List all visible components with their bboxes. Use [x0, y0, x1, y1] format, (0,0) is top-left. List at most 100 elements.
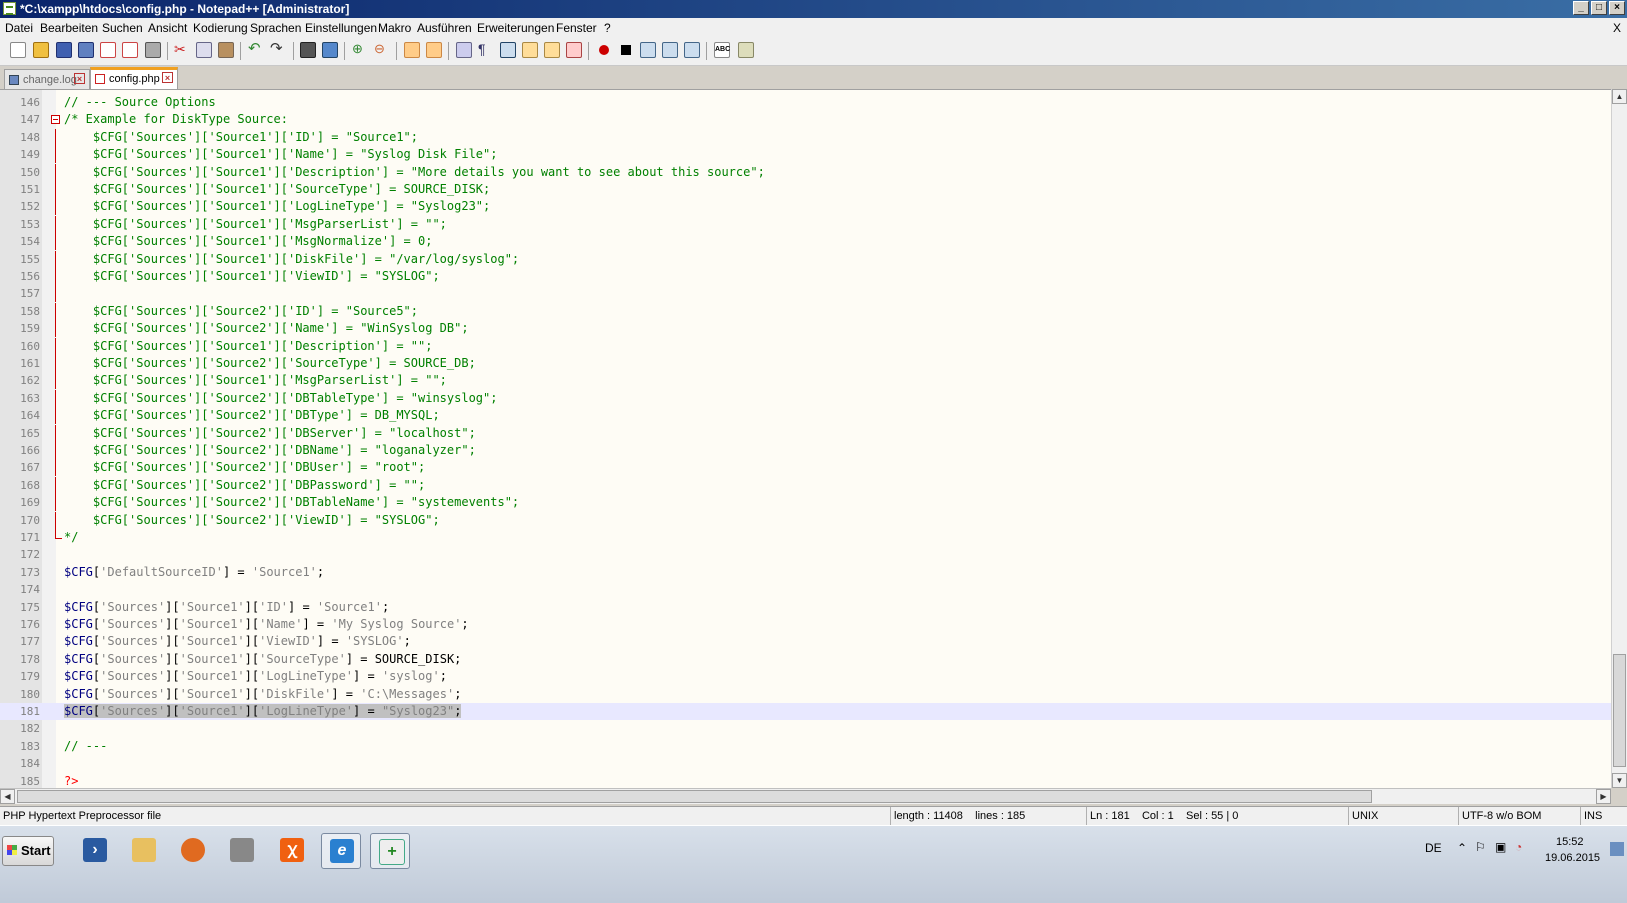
code-line[interactable]: 153 $CFG['Sources']['Source1']['MsgParse…: [0, 215, 1611, 233]
zoom-out-icon[interactable]: ⊖: [374, 42, 390, 58]
copy-icon[interactable]: [196, 42, 212, 58]
taskbar-explorer[interactable]: [124, 833, 164, 869]
code-line[interactable]: 147 /* Example for DiskType Source:: [0, 111, 1611, 128]
code-line[interactable]: 172: [0, 546, 1611, 563]
close-document-icon[interactable]: X: [1613, 21, 1621, 35]
code-line[interactable]: 166 $CFG['Sources']['Source2']['DBName']…: [0, 442, 1611, 459]
code-line[interactable]: 178 $CFG['Sources']['Source1']['SourceTyp…: [0, 651, 1611, 668]
clock-time[interactable]: 15:52: [1556, 836, 1584, 848]
code-line[interactable]: 160 $CFG['Sources']['Source1']['Descript…: [0, 337, 1611, 355]
fold-collapse-icon[interactable]: [51, 115, 60, 125]
zoom-in-icon[interactable]: ⊕: [352, 42, 368, 58]
plugin-icon[interactable]: [738, 42, 754, 58]
taskbar-powershell[interactable]: ›: [75, 833, 115, 869]
scroll-right-icon[interactable]: ▶: [1596, 789, 1611, 804]
code-line[interactable]: 156 $CFG['Sources']['Source1']['ViewID']…: [0, 268, 1611, 285]
indent-guide-icon[interactable]: [500, 42, 516, 58]
undo-icon[interactable]: ↶: [248, 41, 264, 58]
find-icon[interactable]: [300, 42, 316, 58]
code-line[interactable]: 162 $CFG['Sources']['Source1']['MsgParse…: [0, 372, 1611, 390]
save-macro-icon[interactable]: [684, 42, 700, 58]
doc-map-icon[interactable]: [544, 42, 560, 58]
code-line[interactable]: 161 $CFG['Sources']['Source2']['SourceTy…: [0, 355, 1611, 372]
save-all-icon[interactable]: [78, 42, 94, 58]
record-macro-icon[interactable]: [596, 42, 612, 58]
play-macro-icon[interactable]: [640, 42, 656, 58]
code-line[interactable]: 173 $CFG['DefaultSourceID'] = 'Source1';: [0, 564, 1611, 581]
menu-makro[interactable]: Makro: [378, 21, 411, 35]
volume-muted-icon[interactable]: ◔: [1515, 840, 1522, 854]
show-desktop-icon[interactable]: [1610, 842, 1624, 856]
replace-icon[interactable]: [322, 42, 338, 58]
code-line[interactable]: 184: [0, 755, 1611, 772]
code-line[interactable]: 154 $CFG['Sources']['Source1']['MsgNorma…: [0, 233, 1611, 251]
language-indicator[interactable]: DE: [1425, 841, 1442, 855]
tab-change-log[interactable]: change.log ×: [4, 69, 90, 89]
code-line[interactable]: 170 $CFG['Sources']['Source2']['ViewID']…: [0, 511, 1611, 529]
menu-ausfuehren[interactable]: Ausführen: [417, 21, 472, 35]
taskbar-firefox[interactable]: [173, 833, 213, 869]
save-icon[interactable]: [56, 42, 72, 58]
code-line[interactable]: 159 $CFG['Sources']['Source2']['Name'] =…: [0, 320, 1611, 338]
run-macro-multiple-icon[interactable]: [662, 42, 678, 58]
menu-suchen[interactable]: Suchen: [102, 21, 143, 35]
close-all-icon[interactable]: [122, 42, 138, 58]
horizontal-scroll-thumb[interactable]: [17, 790, 1372, 803]
spell-check-icon[interactable]: ABC: [714, 42, 730, 58]
notepad-app-icon[interactable]: [3, 2, 16, 15]
code-line[interactable]: 163 $CFG['Sources']['Source2']['DBTableT…: [0, 389, 1611, 407]
tab-close-icon[interactable]: ×: [74, 73, 85, 84]
code-line[interactable]: 151 $CFG['Sources']['Source1']['SourceTy…: [0, 181, 1611, 198]
minimize-button[interactable]: _: [1573, 1, 1589, 15]
scroll-up-icon[interactable]: ▲: [1612, 89, 1627, 104]
print-icon[interactable]: [145, 42, 161, 58]
code-line[interactable]: 171 */: [0, 529, 1611, 546]
code-line[interactable]: 165 $CFG['Sources']['Source2']['DBServer…: [0, 424, 1611, 442]
taskbar-notepad-plus-plus[interactable]: +: [370, 833, 410, 869]
paste-icon[interactable]: [218, 42, 234, 58]
code-line[interactable]: 157: [0, 285, 1611, 303]
code-line[interactable]: 181 $CFG['Sources']['Source1']['LogLineTy…: [0, 703, 1611, 721]
show-all-characters-icon[interactable]: ¶: [478, 42, 494, 58]
code-line[interactable]: 152 $CFG['Sources']['Source1']['LogLineT…: [0, 198, 1611, 216]
code-line[interactable]: 174: [0, 581, 1611, 598]
sync-horizontal-icon[interactable]: [426, 42, 442, 58]
close-button[interactable]: ×: [1609, 1, 1625, 15]
redo-icon[interactable]: ↷: [270, 41, 286, 58]
new-file-icon[interactable]: [10, 42, 26, 58]
word-wrap-icon[interactable]: [456, 42, 472, 58]
code-line[interactable]: 180 $CFG['Sources']['Source1']['DiskFile'…: [0, 686, 1611, 703]
scroll-left-icon[interactable]: ◀: [0, 789, 15, 804]
action-center-flag-icon[interactable]: ⚐: [1475, 840, 1486, 854]
menu-datei[interactable]: Datei: [5, 21, 33, 35]
close-file-icon[interactable]: [100, 42, 116, 58]
taskbar-internet-explorer[interactable]: e: [321, 833, 361, 869]
code-line[interactable]: 176 $CFG['Sources']['Source1']['Name'] = …: [0, 616, 1611, 633]
tab-config-php[interactable]: config.php ×: [90, 67, 178, 89]
menu-bearbeiten[interactable]: Bearbeiten: [40, 21, 98, 35]
code-line[interactable]: 164 $CFG['Sources']['Source2']['DBType']…: [0, 407, 1611, 425]
maximize-button[interactable]: □: [1591, 1, 1607, 15]
menu-kodierung[interactable]: Kodierung: [193, 21, 248, 35]
stop-macro-icon[interactable]: [618, 42, 634, 58]
code-line[interactable]: 167 $CFG['Sources']['Source2']['DBUser']…: [0, 459, 1611, 477]
vertical-scrollbar[interactable]: ▲ ▼: [1611, 89, 1627, 788]
menu-ansicht[interactable]: Ansicht: [148, 21, 187, 35]
code-line[interactable]: 146 // --- Source Options: [0, 94, 1611, 111]
code-line[interactable]: 185 ?>: [0, 773, 1611, 789]
code-line[interactable]: 169 $CFG['Sources']['Source2']['DBTableN…: [0, 494, 1611, 512]
horizontal-scrollbar[interactable]: ◀ ▶: [0, 788, 1611, 804]
code-line[interactable]: 177 $CFG['Sources']['Source1']['ViewID'] …: [0, 633, 1611, 650]
code-line[interactable]: 179 $CFG['Sources']['Source1']['LogLineTy…: [0, 668, 1611, 685]
sync-vertical-icon[interactable]: [404, 42, 420, 58]
start-button[interactable]: Start: [2, 836, 54, 866]
function-list-icon[interactable]: [566, 42, 582, 58]
menu-sprachen[interactable]: Sprachen: [250, 21, 301, 35]
code-line[interactable]: 149 $CFG['Sources']['Source1']['Name'] =…: [0, 146, 1611, 164]
code-line[interactable]: 155 $CFG['Sources']['Source1']['DiskFile…: [0, 250, 1611, 268]
scroll-down-icon[interactable]: ▼: [1612, 773, 1627, 788]
menu-fenster[interactable]: Fenster: [556, 21, 597, 35]
show-hidden-icons-icon[interactable]: ⌃: [1457, 841, 1467, 855]
code-line[interactable]: 175 $CFG['Sources']['Source1']['ID'] = 'S…: [0, 599, 1611, 616]
vertical-scroll-thumb[interactable]: [1613, 654, 1626, 767]
